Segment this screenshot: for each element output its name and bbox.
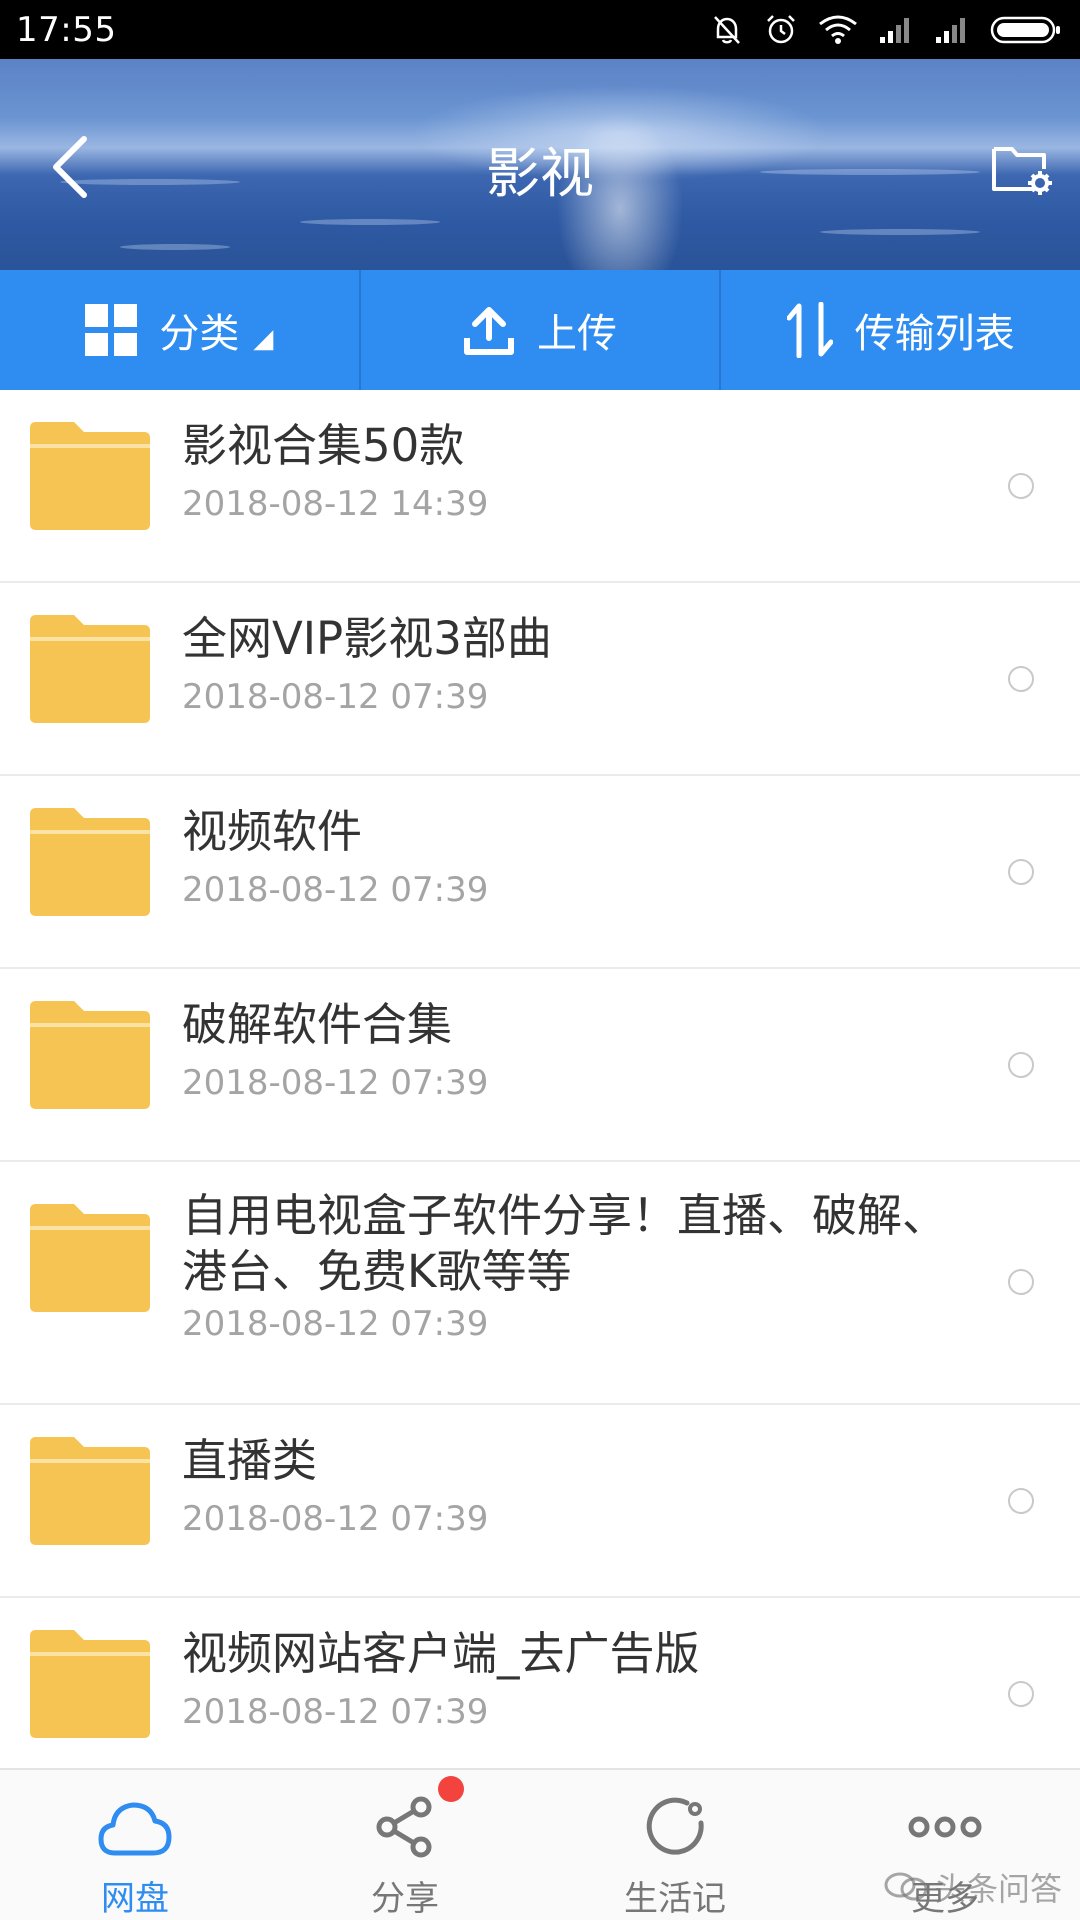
select-checkbox[interactable] — [1008, 1681, 1034, 1707]
status-bar: 17:55 — [0, 0, 1080, 59]
transfer-list-label: 传输列表 — [854, 311, 1015, 357]
mute-bell-icon — [714, 15, 740, 44]
cloud-icon — [98, 1802, 172, 1855]
transfer-arrows-icon — [786, 302, 833, 358]
file-name: 视频网站客户端_去广告版 — [182, 1627, 700, 1680]
file-name: 视频软件 — [182, 805, 363, 858]
watermark-text: 头条问答 — [933, 1870, 1062, 1908]
file-date: 2018-08-12 14:39 — [182, 484, 489, 524]
folder-settings-icon — [992, 147, 1052, 195]
list-item[interactable]: 影视合集50款 2018-08-12 14:39 — [0, 390, 1080, 583]
battery-icon — [990, 16, 1060, 43]
file-name: 影视合集50款 — [182, 419, 465, 472]
folder-icon — [30, 1437, 150, 1545]
signal-icon — [880, 17, 909, 43]
select-checkbox[interactable] — [1008, 859, 1034, 885]
select-checkbox[interactable] — [1008, 473, 1034, 499]
watermark: 头条问答 — [884, 1864, 1062, 1910]
list-item[interactable]: 自用电视盒子软件分享！直播、破解、港台、免费K歌等等 2018-08-12 07… — [0, 1162, 1080, 1405]
file-name: 破解软件合集 — [182, 998, 453, 1051]
upload-icon — [464, 307, 514, 355]
file-date: 2018-08-12 07:39 — [182, 870, 489, 910]
nav-label: 网盘 — [101, 1879, 169, 1919]
nav-label: 分享 — [371, 1879, 439, 1919]
list-item[interactable]: 视频软件 2018-08-12 07:39 — [0, 776, 1080, 969]
folder-icon — [30, 1204, 150, 1312]
nav-label: 生活记 — [624, 1879, 726, 1919]
list-item[interactable]: 视频网站客户端_去广告版 2018-08-12 07:39 — [0, 1598, 1080, 1791]
list-item[interactable]: 全网VIP影视3部曲 2018-08-12 07:39 — [0, 583, 1080, 776]
more-dots-icon — [908, 1816, 982, 1837]
file-date: 2018-08-12 07:39 — [182, 677, 489, 717]
list-item[interactable]: 直播类 2018-08-12 07:39 — [0, 1405, 1080, 1598]
page-title: 影视 — [486, 142, 594, 205]
select-checkbox[interactable] — [1008, 1488, 1034, 1514]
transfer-list-button[interactable]: 传输列表 — [721, 270, 1080, 390]
status-icons — [710, 0, 1062, 59]
share-icon — [376, 1796, 432, 1857]
file-date: 2018-08-12 07:39 — [182, 1499, 489, 1539]
caret-icon: ◢ — [253, 324, 274, 354]
category-label: 分类 — [159, 311, 240, 357]
file-list: 影视合集50款 2018-08-12 14:39 全网VIP影视3部曲 2018… — [0, 390, 1080, 1791]
grid-icon — [85, 304, 138, 356]
file-name: 全网VIP影视3部曲 — [182, 612, 552, 665]
list-item[interactable]: 破解软件合集 2018-08-12 07:39 — [0, 969, 1080, 1162]
file-date: 2018-08-12 07:39 — [182, 1692, 489, 1732]
folder-icon — [30, 615, 150, 723]
nav-item-share[interactable]: 分享 — [270, 1770, 540, 1920]
status-time: 17:55 — [16, 9, 117, 50]
folder-icon — [30, 808, 150, 916]
select-checkbox[interactable] — [1008, 1269, 1034, 1295]
wifi-icon — [819, 15, 857, 44]
file-name: 自用电视盒子软件分享！直播、破解、港台、免费K歌等等 — [182, 1189, 948, 1298]
bottom-nav: 网盘 分享 生活记 更多 头条问答 — [0, 1768, 1080, 1920]
select-checkbox[interactable] — [1008, 1052, 1034, 1078]
file-date: 2018-08-12 07:39 — [182, 1304, 489, 1344]
refresh-circle-icon — [646, 1797, 704, 1855]
notification-badge — [438, 1776, 464, 1802]
file-date: 2018-08-12 07:39 — [182, 1063, 489, 1103]
folder-settings-button[interactable] — [990, 135, 1054, 199]
file-name: 直播类 — [182, 1434, 318, 1487]
folder-icon — [30, 1001, 150, 1109]
nav-item-netdisk[interactable]: 网盘 — [0, 1770, 270, 1920]
folder-icon — [30, 1630, 150, 1738]
category-button[interactable]: 分类 ◢ — [0, 270, 359, 390]
upload-button[interactable]: 上传 — [361, 270, 720, 390]
chat-bubble-icon — [884, 1872, 928, 1901]
select-checkbox[interactable] — [1008, 666, 1034, 692]
folder-icon — [30, 422, 150, 530]
signal-icon — [936, 17, 965, 43]
nav-item-life[interactable]: 生活记 — [540, 1770, 810, 1920]
alarm-icon — [767, 14, 795, 43]
upload-label: 上传 — [537, 311, 617, 357]
action-toolbar: 分类 ◢ 上传 传输列表 — [0, 270, 1080, 390]
header-banner: 影视 — [0, 59, 1080, 270]
